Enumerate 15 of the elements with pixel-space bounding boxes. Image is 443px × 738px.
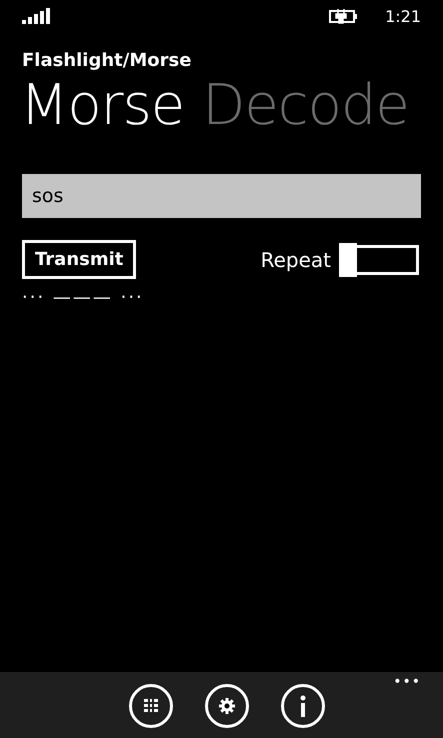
battery-charging-icon bbox=[329, 8, 360, 24]
transmit-button[interactable]: Transmit bbox=[22, 240, 136, 279]
pivot-tab[interactable]: Morse bbox=[20, 73, 184, 138]
repeat-label: Repeat bbox=[260, 248, 331, 272]
settings-icon[interactable] bbox=[204, 684, 248, 728]
signal-icon bbox=[22, 8, 50, 24]
grid-icon[interactable] bbox=[128, 684, 172, 728]
clock-time: 1:21 bbox=[385, 6, 421, 26]
morse-output: ··· ——— ··· bbox=[21, 286, 145, 308]
more-button[interactable]: ••• bbox=[393, 674, 421, 690]
pivot-tab[interactable]: Decode bbox=[202, 73, 409, 138]
app-title: Flashlight/Morse bbox=[21, 49, 192, 71]
repeat-toggle[interactable] bbox=[339, 242, 419, 276]
info-icon[interactable] bbox=[280, 684, 324, 728]
message-field[interactable]: sos bbox=[22, 174, 421, 218]
